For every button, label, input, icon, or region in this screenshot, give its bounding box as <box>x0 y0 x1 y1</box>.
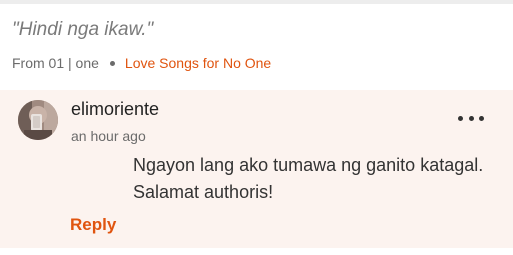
quote-source: From 01 | one Love Songs for No One <box>12 55 271 71</box>
more-dot-icon <box>458 115 463 121</box>
more-options-icon[interactable] <box>458 111 484 125</box>
top-divider <box>0 0 513 4</box>
more-dot-icon <box>479 115 484 121</box>
story-title-link[interactable]: Love Songs for No One <box>125 55 271 71</box>
comment-username[interactable]: elimoriente <box>71 99 159 120</box>
more-dot-icon <box>468 115 474 121</box>
comment-body: Ngayon lang ako tumawa ng ganito katagal… <box>133 152 508 206</box>
highlighted-quote: "Hindi nga ikaw." <box>12 19 154 40</box>
separator-dot-icon <box>109 60 115 66</box>
comment-card: elimoriente an hour ago Ngayon lang ako … <box>0 90 513 248</box>
chapter-label: From 01 | one <box>12 55 99 71</box>
comment-line: Ngayon lang ako tumawa ng ganito katagal… <box>133 155 484 175</box>
avatar[interactable] <box>18 100 58 140</box>
reply-button[interactable]: Reply <box>70 215 116 235</box>
comment-line: Salamat authoris! <box>133 182 274 202</box>
comment-timestamp: an hour ago <box>71 128 146 144</box>
